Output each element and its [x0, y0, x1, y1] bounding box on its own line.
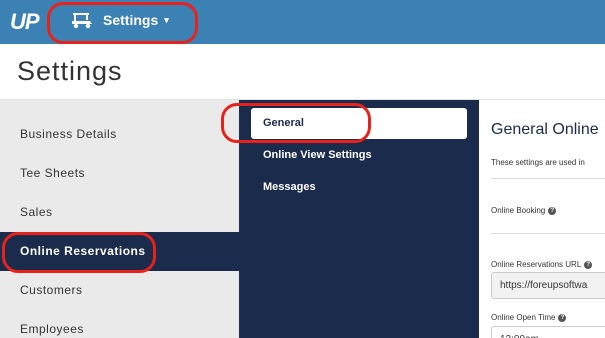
page-header: Settings — [0, 44, 605, 100]
app-logo[interactable]: UP — [10, 9, 40, 35]
reservations-url-label-text: Online Reservations URL — [491, 260, 582, 269]
panel-description: These settings are used in — [491, 158, 585, 167]
reservations-url-label: Online Reservations URL ? — [491, 260, 593, 269]
sidebar-item-customers[interactable]: Customers — [0, 271, 239, 310]
sidebar-item-tee-sheets[interactable]: Tee Sheets — [0, 154, 239, 193]
page-title: Settings — [17, 56, 123, 86]
sidebar-item-business-details[interactable]: Business Details — [0, 115, 239, 154]
sidebar-item-employees[interactable]: Employees — [0, 310, 239, 338]
subnav-item-online-view-settings[interactable]: Online View Settings — [251, 140, 467, 171]
open-time-field[interactable]: 12:00am — [491, 326, 605, 338]
top-bar: UP Settings ▾ — [0, 0, 605, 44]
reservations-url-field[interactable]: https://foreupsoftwa — [491, 272, 605, 299]
open-time-label: Online Open Time ? — [491, 313, 567, 322]
online-booking-label-text: Online Booking — [491, 206, 546, 215]
question-circle-icon[interactable]: ? — [558, 313, 567, 322]
subnav-item-messages[interactable]: Messages — [251, 172, 467, 203]
golf-cart-icon — [72, 13, 92, 29]
chevron-down-icon: ▾ — [164, 14, 169, 25]
settings-menu-label: Settings — [103, 12, 159, 28]
sidebar-item-sales[interactable]: Sales — [0, 193, 239, 232]
question-circle-icon[interactable]: ? — [584, 260, 593, 269]
divider — [491, 233, 605, 234]
subnav-item-general[interactable]: General — [251, 108, 467, 139]
online-booking-label: Online Booking ? — [491, 206, 557, 215]
sidebar-item-online-reservations[interactable]: Online Reservations — [0, 232, 239, 271]
general-settings-panel: General Online These settings are used i… — [479, 100, 605, 338]
settings-menu-button[interactable]: Settings ▾ — [70, 11, 169, 29]
online-reservations-subnav: General Online View Settings Messages — [239, 100, 479, 338]
question-circle-icon[interactable]: ? — [548, 206, 557, 215]
divider — [491, 178, 605, 179]
panel-title: General Online — [491, 121, 599, 138]
settings-sidebar: Business Details Tee Sheets Sales Online… — [0, 100, 239, 338]
open-time-label-text: Online Open Time — [491, 313, 556, 322]
